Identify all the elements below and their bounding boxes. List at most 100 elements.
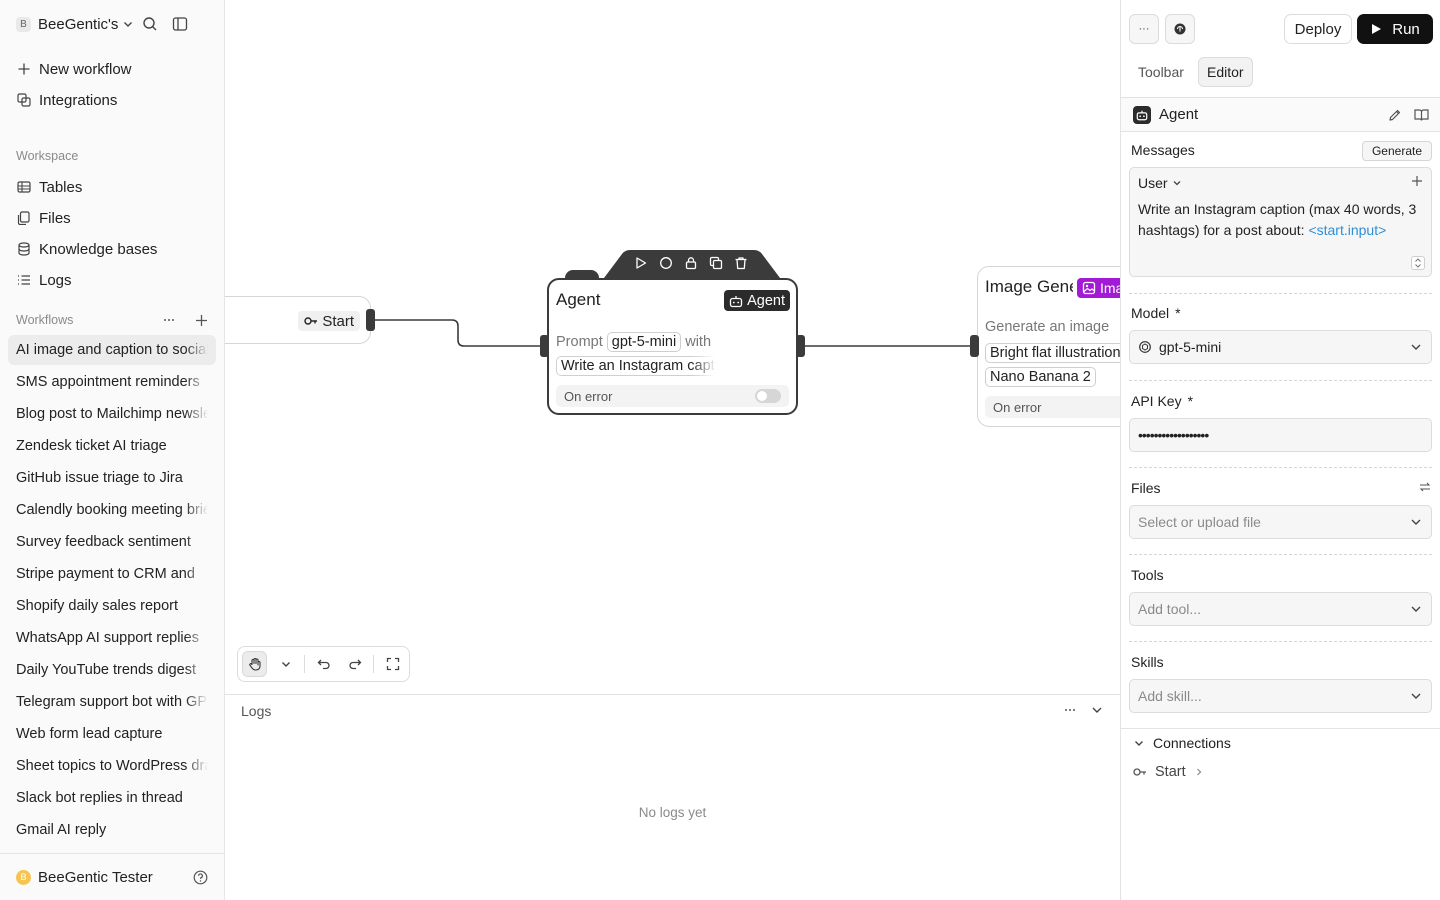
with-label: with [685, 334, 712, 350]
nav-label: Files [39, 209, 71, 227]
workflow-label: Calendly booking meeting brief [16, 502, 208, 518]
sidebar-item-knowledge-bases[interactable]: Knowledge bases [16, 238, 157, 260]
start-output-handle[interactable] [366, 309, 375, 331]
workflow-item[interactable]: GitHub issue triage to Jira [8, 463, 216, 493]
nav-label: Tables [39, 178, 83, 196]
duplicate-icon[interactable] [709, 256, 723, 270]
more-icon[interactable] [163, 318, 175, 322]
files-select[interactable]: Select or upload file [1129, 505, 1432, 539]
image-prompt-chip: Bright flat illustration [985, 343, 1120, 363]
tools-select[interactable]: Add tool... [1129, 592, 1432, 626]
workflow-item[interactable]: WhatsApp AI support replies [8, 623, 216, 653]
robot-icon [1133, 105, 1151, 124]
tab-toolbar[interactable]: Toolbar [1130, 57, 1192, 87]
add-message-icon[interactable] [1411, 175, 1423, 187]
workflow-item[interactable]: Zendesk ticket AI triage [8, 431, 216, 461]
chevron-down-icon [1409, 689, 1423, 703]
more-icon[interactable] [1064, 703, 1076, 717]
chevron-down-icon[interactable] [122, 18, 134, 30]
image-input-handle[interactable] [970, 335, 979, 357]
workflow-item[interactable]: Daily YouTube trends digest [8, 655, 216, 685]
api-key-value: •••••••••••••••••• [1138, 427, 1209, 443]
plus-icon[interactable] [195, 314, 208, 327]
workflow-item[interactable]: Sheet topics to WordPress drafts [8, 751, 216, 781]
agent-input-handle[interactable] [540, 335, 549, 357]
tab-editor[interactable]: Editor [1198, 57, 1253, 87]
image-generator-node[interactable]: Image Generator Image Generate an image … [977, 266, 1120, 427]
pan-mode-button[interactable] [242, 651, 268, 677]
message-editor[interactable]: User Write an Instagram caption (max 40 … [1129, 167, 1432, 277]
required-mark: * [1187, 393, 1194, 409]
play-icon [1370, 23, 1382, 35]
workflow-list: AI image and caption to social SMS appoi… [8, 335, 216, 847]
workflow-item[interactable]: Blog post to Mailchimp newsletter [8, 399, 216, 429]
user-name: BeeGentic Tester [38, 868, 153, 886]
agent-output-handle[interactable] [796, 335, 805, 357]
connections-toggle[interactable]: Connections [1133, 735, 1231, 751]
workflow-item[interactable]: Slack bot replies in thread [8, 783, 216, 813]
agent-on-error-row: On error [556, 385, 789, 407]
api-key-input[interactable]: •••••••••••••••••• [1129, 418, 1432, 452]
start-pill: Start [298, 311, 360, 331]
workflow-item-active[interactable]: AI image and caption to social [8, 335, 216, 365]
more-icon: ··· [1138, 23, 1150, 35]
more-options-button[interactable]: ··· [1129, 14, 1159, 44]
message-chip: Write an Instagram caption [556, 356, 716, 376]
expand-icon [386, 657, 400, 671]
workflow-item[interactable]: Web form lead capture [8, 719, 216, 749]
nav-label: Logs [39, 271, 72, 289]
help-icon[interactable] [193, 870, 208, 885]
run-button[interactable]: Run [1357, 14, 1433, 44]
workflow-item[interactable]: Stripe payment to CRM and [8, 559, 216, 589]
mode-dropdown-button[interactable] [273, 651, 298, 677]
ai-assistant-button[interactable] [1165, 14, 1195, 44]
sidebar-item-logs[interactable]: Logs [16, 269, 72, 291]
new-workflow-button[interactable]: New workflow [16, 58, 132, 80]
chevron-down-icon[interactable] [1090, 703, 1104, 717]
workflow-item[interactable]: Telegram support bot with GPT [8, 687, 216, 717]
expand-icon[interactable] [1411, 256, 1425, 270]
on-error-label: On error [564, 388, 613, 404]
workflow-item[interactable]: Survey feedback sentiment [8, 527, 216, 557]
user-menu[interactable]: B BeeGentic Tester [0, 853, 224, 900]
on-error-toggle[interactable] [755, 389, 781, 403]
model-select[interactable]: gpt-5-mini [1129, 330, 1432, 364]
redo-button[interactable] [342, 651, 367, 677]
deploy-button[interactable]: Deploy [1284, 14, 1352, 44]
trash-icon[interactable] [734, 256, 748, 270]
book-icon[interactable] [1414, 108, 1429, 122]
variable-reference: <start.input> [1308, 222, 1387, 238]
workspace-avatar: B [16, 16, 31, 32]
message-content[interactable]: Write an Instagram caption (max 40 words… [1138, 199, 1426, 241]
generate-button[interactable]: Generate [1362, 141, 1432, 161]
agent-node[interactable]: Agent Agent Prompt gpt-5-mini with Write… [547, 278, 798, 415]
chevron-right-icon [1194, 767, 1204, 777]
chevron-down-icon [1409, 602, 1423, 616]
skills-select[interactable]: Add skill... [1129, 679, 1432, 713]
undo-button[interactable] [311, 651, 336, 677]
role-selector[interactable]: User [1138, 175, 1182, 191]
workflow-label: Daily YouTube trends digest [16, 662, 197, 678]
image-model-row: Nano Banana 2 [985, 367, 1096, 387]
workflow-item[interactable]: Calendly booking meeting brief [8, 495, 216, 525]
pencil-icon[interactable] [1388, 108, 1402, 122]
workflow-item[interactable]: SMS appointment reminders [8, 367, 216, 397]
integrations-link[interactable]: Integrations [16, 89, 117, 111]
sidebar-item-tables[interactable]: Tables [16, 176, 82, 198]
play-icon[interactable] [634, 256, 648, 270]
workspace-switcher[interactable]: B BeeGentic's [16, 13, 212, 35]
node-action-toolbar [604, 250, 780, 278]
circle-toggle-icon[interactable] [659, 256, 673, 270]
sidebar-item-files[interactable]: Files [16, 207, 71, 229]
start-node[interactable]: Start [225, 296, 371, 344]
workflows-section-label: Workflows [16, 313, 74, 327]
workflow-canvas[interactable]: Start Agent Agent Prompt gpt-5-mini with… [225, 0, 1120, 694]
connection-item-start[interactable]: Start [1133, 764, 1204, 780]
sidebar-toggle-icon[interactable] [172, 16, 188, 32]
lock-icon[interactable] [684, 256, 698, 270]
fit-view-button[interactable] [380, 651, 405, 677]
swap-icon[interactable] [1419, 481, 1431, 493]
search-icon[interactable] [142, 16, 158, 32]
workflow-item[interactable]: Gmail AI reply [8, 815, 216, 845]
workflow-item[interactable]: Shopify daily sales report [8, 591, 216, 621]
